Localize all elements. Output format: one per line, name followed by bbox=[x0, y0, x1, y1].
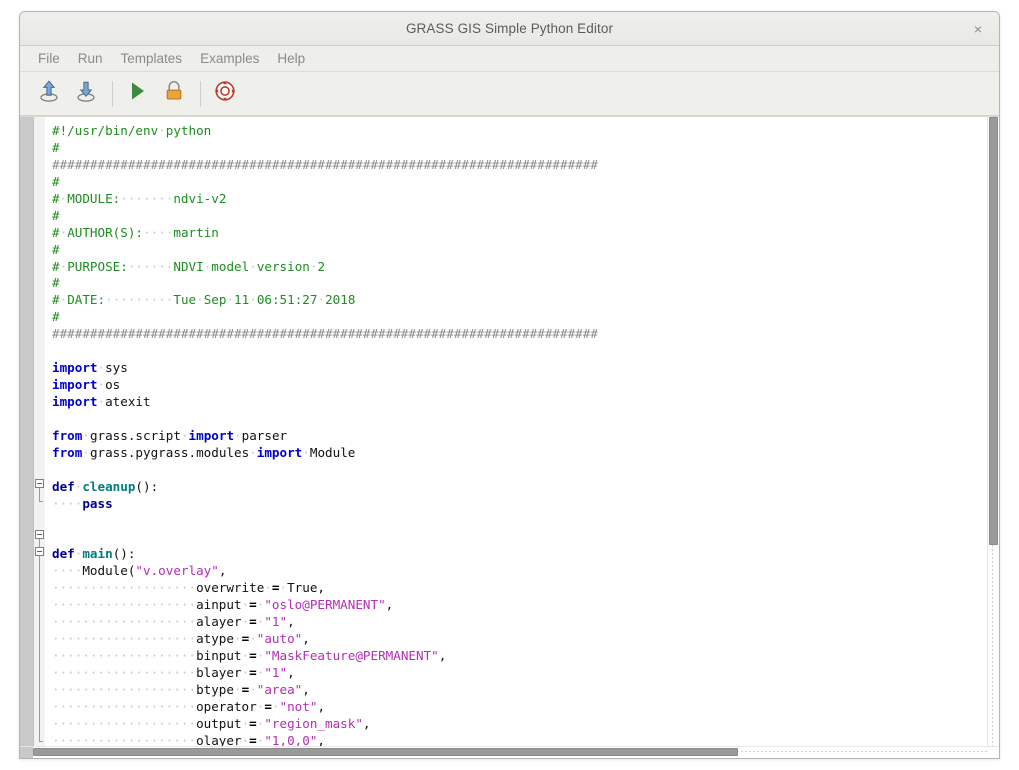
menu-help[interactable]: Help bbox=[268, 49, 314, 69]
code-line: import·sys bbox=[52, 360, 128, 376]
code-line: # bbox=[52, 309, 60, 325]
code-line: def·cleanup(): bbox=[52, 478, 159, 494]
code-line: #·DATE:·········Tue·Sep·11·06:51:27·2018 bbox=[52, 292, 356, 308]
fold-line-main bbox=[39, 539, 40, 547]
menu-examples[interactable]: Examples bbox=[191, 49, 268, 69]
horizontal-scrollbar[interactable] bbox=[20, 746, 999, 758]
code-line: # bbox=[52, 275, 60, 291]
lock-icon bbox=[161, 78, 187, 109]
window-title: GRASS GIS Simple Python Editor bbox=[405, 21, 614, 36]
code-line: import·atexit bbox=[52, 394, 151, 409]
fold-margin bbox=[34, 117, 45, 746]
fold-line-cleanup bbox=[39, 488, 40, 501]
code-line: ····Module("v.overlay", bbox=[52, 563, 227, 579]
code-line: #!/usr/bin/env·python bbox=[52, 123, 212, 138]
fold-tail-cleanup bbox=[39, 501, 43, 502]
vertical-scrollbar-thumb[interactable] bbox=[989, 117, 998, 545]
code-line: ···················output·=·"region_mask… bbox=[52, 715, 371, 731]
menu-run[interactable]: Run bbox=[69, 49, 112, 69]
menu-file[interactable]: File bbox=[29, 49, 69, 69]
code-line: # bbox=[52, 139, 60, 155]
app-root: GRASS GIS Simple Python Editor × File Ru… bbox=[0, 0, 1019, 770]
fold-marker-cleanup[interactable] bbox=[35, 479, 44, 488]
fold-line-module bbox=[39, 556, 40, 741]
code-line: ···················overwrite·=·True, bbox=[52, 580, 326, 596]
run-script-button[interactable] bbox=[120, 77, 154, 111]
horizontal-scrollbar-thumb[interactable] bbox=[33, 748, 738, 756]
fold-marker-module[interactable] bbox=[35, 547, 44, 556]
code-line: from·grass.pygrass.modules·import·Module bbox=[52, 444, 356, 460]
code-line: # bbox=[52, 241, 60, 257]
code-line: # bbox=[52, 207, 60, 223]
scrollbar-corner bbox=[20, 747, 33, 758]
fold-marker-main[interactable] bbox=[35, 530, 44, 539]
close-icon[interactable]: × bbox=[967, 18, 989, 40]
menu-templates[interactable]: Templates bbox=[112, 49, 192, 69]
code-line: ···················blayer·=·"1", bbox=[52, 665, 295, 680]
code-line: ···················olayer·=·"1,0,0", bbox=[52, 732, 326, 746]
fold-tail-module bbox=[39, 741, 43, 742]
code-line: #·AUTHOR(S):····martin bbox=[52, 224, 219, 240]
toolbar bbox=[20, 72, 999, 116]
toolbar-separator-1 bbox=[112, 80, 113, 107]
code-line: ########################################… bbox=[52, 156, 598, 172]
save-script-button[interactable] bbox=[69, 77, 103, 111]
code-line: #·PURPOSE:······NDVI·model·version·2 bbox=[52, 258, 326, 274]
code-line: # bbox=[52, 173, 60, 189]
code-line: #·MODULE:·······ndvi-v2 bbox=[52, 190, 227, 206]
code-line: ···················btype·=·"area", bbox=[52, 681, 310, 697]
source-code[interactable]: #!/usr/bin/env·python # ##################… bbox=[45, 117, 999, 746]
lock-button[interactable] bbox=[157, 77, 191, 111]
run-script-icon bbox=[124, 78, 150, 109]
code-line: ···················binput·=·"MaskFeature… bbox=[52, 648, 447, 664]
code-text-area[interactable]: #!/usr/bin/env·python # ##################… bbox=[45, 117, 999, 746]
code-line: ···················ainput·=·"oslo@PERMAN… bbox=[52, 597, 394, 613]
help-button[interactable] bbox=[208, 77, 242, 111]
editor-margin bbox=[20, 117, 34, 746]
toolbar-separator-2 bbox=[200, 80, 201, 107]
code-line: import·os bbox=[52, 377, 121, 393]
save-script-icon bbox=[73, 78, 99, 109]
code-line: from·grass.script·import·parser bbox=[52, 427, 288, 443]
code-line: ···················operator·=·"not", bbox=[52, 698, 326, 714]
code-editor-body: #!/usr/bin/env·python # ##################… bbox=[20, 117, 999, 746]
help-lifering-icon bbox=[212, 78, 238, 109]
editor-window: GRASS GIS Simple Python Editor × File Ru… bbox=[19, 11, 1000, 759]
code-line: ########################################… bbox=[52, 326, 598, 342]
menu-bar: File Run Templates Examples Help bbox=[20, 46, 999, 72]
code-line: ····pass bbox=[52, 495, 113, 511]
open-script-button[interactable] bbox=[32, 77, 66, 111]
code-line: ···················alayer·=·"1", bbox=[52, 614, 295, 630]
code-line: ···················atype·=·"auto", bbox=[52, 631, 310, 647]
code-editor[interactable]: #!/usr/bin/env·python # ##################… bbox=[20, 116, 999, 758]
vertical-scrollbar[interactable] bbox=[987, 117, 999, 746]
code-line: def·main(): bbox=[52, 546, 136, 562]
title-bar: GRASS GIS Simple Python Editor × bbox=[20, 12, 999, 46]
open-script-icon bbox=[36, 78, 62, 109]
